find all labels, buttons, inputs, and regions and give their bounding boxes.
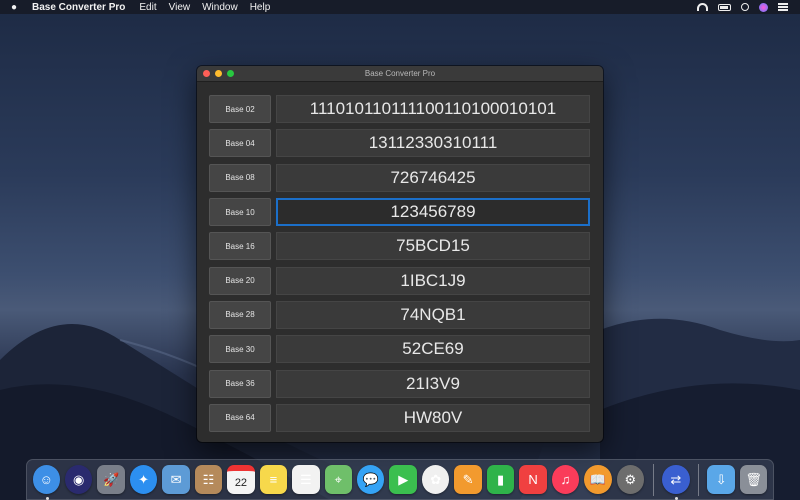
base-20-value-field[interactable]: 1IBC1J9 [276, 266, 590, 295]
numbers-icon[interactable]: ▮ [486, 465, 515, 494]
base-28-value-field[interactable]: 74NQB1 [276, 300, 590, 329]
notes-icon[interactable]: ≡ [259, 465, 288, 494]
system-preferences-icon[interactable]: ⚙ [616, 465, 645, 494]
messages-icon[interactable]: 💬 [357, 465, 385, 494]
window-title: Base Converter Pro [364, 69, 436, 78]
safari-icon[interactable]: ✦ [129, 465, 158, 494]
trash-icon[interactable]: 🗑 [739, 465, 768, 494]
photos-icon[interactable]: ✿ [421, 465, 450, 494]
launchpad-icon[interactable]: 🚀 [97, 465, 125, 494]
base-64-button[interactable]: Base 64 [209, 403, 271, 432]
menu-edit[interactable]: Edit [133, 2, 162, 13]
battery-icon[interactable] [718, 3, 731, 11]
base-row-30: Base 30 52CE69 [209, 332, 591, 366]
base-08-button[interactable]: Base 08 [209, 163, 271, 192]
menu-view[interactable]: View [163, 2, 197, 13]
dock: ☺ ◉ 🚀 ✦ ✉ ☷ 22 ≡ ☰ ⌖ 💬 ▶ ✿ ✎ ▮ N ♫ 📖 ⚙ ⇄ ⇩ 🗑 [26, 459, 774, 500]
books-icon[interactable]: 📖 [584, 465, 612, 494]
menu-app-name[interactable]: Base Converter Pro [28, 2, 133, 13]
base-30-button[interactable]: Base 30 [209, 335, 271, 364]
base-04-value-field[interactable]: 13112330310111 [276, 129, 590, 158]
base-10-button[interactable]: Base 10 [209, 198, 271, 227]
base-row-16: Base 16 75BCD15 [209, 229, 591, 263]
base-converter-app-icon[interactable]: ⇄ [662, 465, 690, 500]
menu-help[interactable]: Help [244, 2, 277, 13]
contacts-icon[interactable]: ☷ [194, 465, 223, 494]
base-02-value-field[interactable]: 111010110111100110100010101 [276, 95, 590, 124]
music-icon[interactable]: ♫ [551, 465, 580, 494]
finder-icon[interactable]: ☺ [32, 465, 60, 500]
menu-bar: ● Base Converter Pro Edit View Window He… [0, 0, 800, 14]
base-row-20: Base 20 1IBC1J9 [209, 263, 591, 297]
pages-icon[interactable]: ✎ [454, 465, 482, 494]
base-64-value-field[interactable]: HW80V [276, 403, 590, 432]
base-36-value-field[interactable]: 21I3V9 [276, 369, 590, 398]
base-row-28: Base 28 74NQB1 [209, 298, 591, 332]
base-30-value-field[interactable]: 52CE69 [276, 335, 590, 364]
dock-separator [698, 463, 699, 496]
base-row-08: Base 08 726746425 [209, 161, 591, 195]
reminders-icon[interactable]: ☰ [292, 465, 320, 494]
base-08-value-field[interactable]: 726746425 [276, 163, 590, 192]
menu-window[interactable]: Window [196, 2, 244, 13]
siri-menu-icon[interactable] [759, 2, 768, 12]
base-36-button[interactable]: Base 36 [209, 369, 271, 398]
base-02-button[interactable]: Base 02 [209, 95, 271, 124]
apple-menu-icon[interactable]: ● [0, 2, 28, 13]
spotlight-search-icon[interactable] [741, 3, 749, 11]
downloads-folder-icon[interactable]: ⇩ [707, 465, 735, 494]
base-04-button[interactable]: Base 04 [209, 129, 271, 158]
base-28-button[interactable]: Base 28 [209, 300, 271, 329]
base-rows: Base 02 111010110111100110100010101 Base… [209, 92, 591, 435]
base-16-button[interactable]: Base 16 [209, 232, 271, 261]
facetime-icon[interactable]: ▶ [389, 465, 417, 494]
base-row-36: Base 36 21I3V9 [209, 366, 591, 400]
maps-icon[interactable]: ⌖ [324, 465, 353, 494]
calendar-icon[interactable]: 22 [227, 465, 255, 494]
notification-center-icon[interactable] [778, 3, 788, 11]
base-16-value-field[interactable]: 75BCD15 [276, 232, 590, 261]
app-window: Base Converter Pro Base 02 1110101101111… [197, 66, 603, 442]
base-row-04: Base 04 13112330310111 [209, 126, 591, 160]
base-row-64: Base 64 HW80V [209, 401, 591, 435]
window-titlebar[interactable]: Base Converter Pro [197, 66, 603, 82]
base-20-button[interactable]: Base 20 [209, 266, 271, 295]
dock-separator [652, 463, 654, 496]
base-10-value-field[interactable]: 123456789 [276, 198, 590, 227]
wifi-icon[interactable] [697, 3, 708, 11]
siri-icon[interactable]: ◉ [64, 465, 93, 494]
base-row-02: Base 02 111010110111100110100010101 [209, 92, 591, 126]
news-icon[interactable]: N [519, 465, 547, 494]
mail-stamp-icon[interactable]: ✉ [162, 465, 190, 494]
base-row-10: Base 10 123456789 [209, 195, 591, 229]
